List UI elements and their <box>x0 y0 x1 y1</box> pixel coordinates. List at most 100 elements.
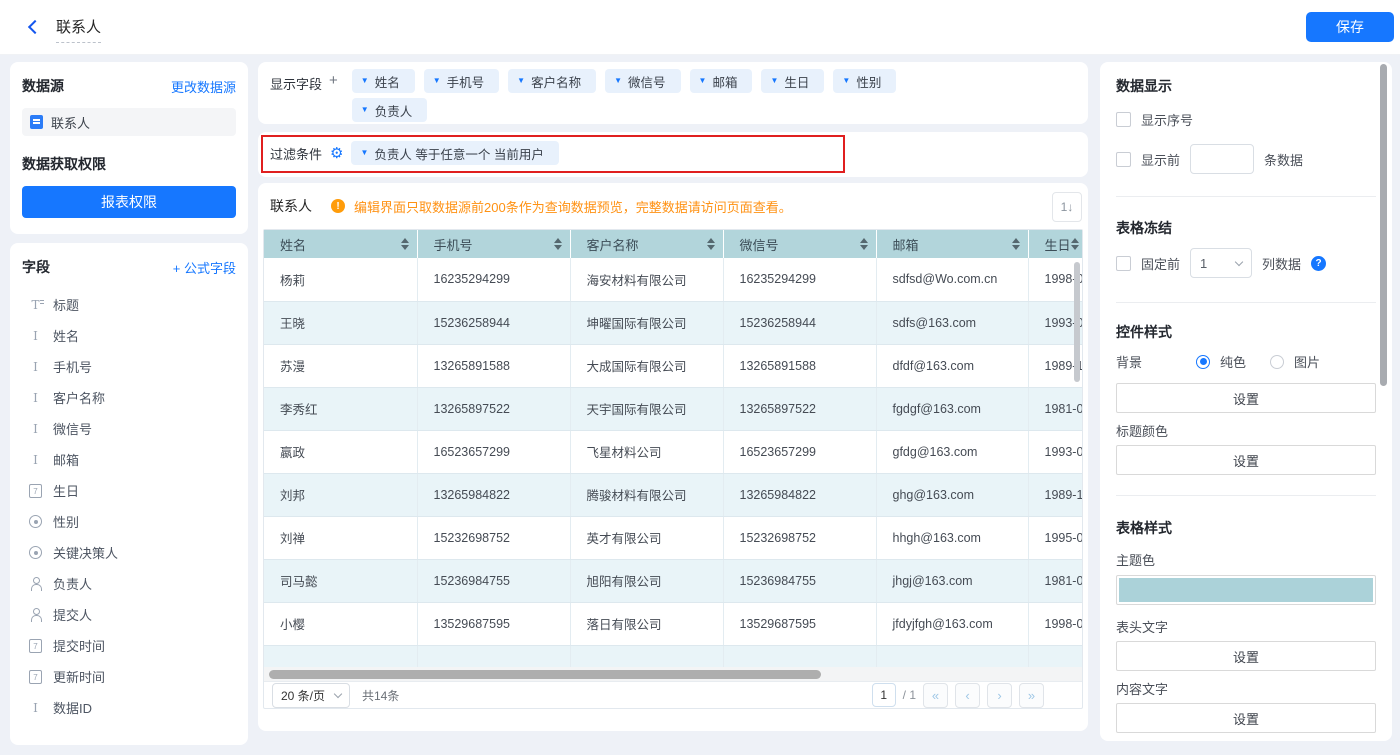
field-label: 性别 <box>53 512 79 531</box>
table-row[interactable]: 刘禅 15232698752 英才有限公司 15232698752 hhgh@1… <box>264 516 1082 559</box>
current-page-input[interactable]: 1 <box>872 683 896 707</box>
add-formula-field-link[interactable]: + 公式字段 <box>173 258 236 277</box>
show-first-count-input[interactable] <box>1190 144 1254 174</box>
field-item[interactable]: 手机号 <box>22 351 236 382</box>
panel-scrollbar[interactable] <box>1380 64 1387 386</box>
display-field-chip[interactable]: ▼ 性别 <box>833 69 896 93</box>
column-header[interactable]: 微信号 <box>723 230 876 258</box>
filter-chip-label: 负责人 等于任意一个 当前用户 <box>374 144 543 163</box>
field-item[interactable]: 负责人 <box>22 568 236 599</box>
field-list: 标题 姓名 手机号 客户名称 微信号 邮 <box>22 289 236 723</box>
field-item[interactable]: 邮箱 <box>22 444 236 475</box>
field-item[interactable]: 姓名 <box>22 320 236 351</box>
solid-color-radio[interactable] <box>1196 355 1210 369</box>
display-field-chip[interactable]: ▼ 姓名 <box>352 69 415 93</box>
filter-condition-chip[interactable]: ▼ 负责人 等于任意一个 当前用户 <box>351 141 558 165</box>
sort-arrows-icon[interactable] <box>401 238 409 250</box>
help-icon[interactable]: ? <box>1311 256 1326 271</box>
table-row[interactable]: 王晓 15236258944 坤曜国际有限公司 15236258944 sdfs… <box>264 301 1082 344</box>
show-index-label: 显示序号 <box>1141 110 1193 129</box>
display-field-chip[interactable]: ▼ 客户名称 <box>508 69 596 93</box>
field-item[interactable]: 生日 <box>22 475 236 506</box>
table-row[interactable]: 嬴政 16523657299 飞星材料公司 16523657299 gfdg@1… <box>264 430 1082 473</box>
background-set-button[interactable]: 设置 <box>1116 383 1376 413</box>
column-label: 生日 <box>1045 235 1071 254</box>
sort-arrows-icon[interactable] <box>1012 238 1020 250</box>
settings-panel: 数据显示 显示序号 显示前 条数据 表格冻结 固定前 1 列数据 ? 控件样式 … <box>1100 62 1392 741</box>
gear-icon[interactable]: ⚙ <box>330 146 343 161</box>
datasource-item[interactable]: 联系人 <box>22 108 236 136</box>
table-row[interactable]: 小樱 13529687595 落日有限公司 13529687595 jfdyjf… <box>264 602 1082 645</box>
field-item[interactable]: 性别 <box>22 506 236 537</box>
field-item[interactable]: 客户名称 <box>22 382 236 413</box>
permission-heading: 数据获取权限 <box>22 154 106 174</box>
column-header[interactable]: 姓名 <box>264 230 417 258</box>
cell-birthday: 1993-08 <box>1028 430 1082 473</box>
theme-color-swatch[interactable] <box>1116 575 1376 605</box>
display-field-chip[interactable]: ▼ 负责人 <box>352 98 427 122</box>
table-row[interactable]: 苏漫 13265891588 大成国际有限公司 13265891588 dfdf… <box>264 344 1082 387</box>
prev-page-button[interactable]: ‹ <box>955 683 980 708</box>
freeze-count-select[interactable]: 1 <box>1190 248 1252 278</box>
field-item[interactable]: 提交人 <box>22 599 236 630</box>
cell-name: 刘禅 <box>264 516 417 559</box>
field-item[interactable]: 微信号 <box>22 413 236 444</box>
horizontal-scrollbar-track[interactable] <box>264 667 1082 681</box>
cols-suffix-label: 列数据 <box>1262 254 1301 273</box>
cell-company: 坤曜国际有限公司 <box>570 301 723 344</box>
page-size-select[interactable]: 20 条/页 <box>272 683 350 708</box>
title-color-set-button[interactable]: 设置 <box>1116 445 1376 475</box>
save-button[interactable]: 保存 <box>1306 12 1394 42</box>
report-permission-button[interactable]: 报表权限 <box>22 186 236 218</box>
display-field-chip[interactable]: ▼ 邮箱 <box>690 69 753 93</box>
column-header[interactable]: 手机号 <box>417 230 570 258</box>
last-page-button[interactable]: » <box>1019 683 1044 708</box>
field-label: 提交时间 <box>53 636 105 655</box>
show-index-checkbox[interactable] <box>1116 112 1131 127</box>
column-header[interactable]: 生日 <box>1028 230 1082 258</box>
field-item[interactable]: 提交时间 <box>22 630 236 661</box>
field-item[interactable]: 关键决策人 <box>22 537 236 568</box>
column-header[interactable]: 邮箱 <box>876 230 1028 258</box>
show-first-checkbox[interactable] <box>1116 152 1131 167</box>
table-row[interactable] <box>264 645 1082 667</box>
horizontal-scrollbar-thumb[interactable] <box>269 670 821 679</box>
content-text-set-button[interactable]: 设置 <box>1116 703 1376 733</box>
field-item[interactable]: 数据ID <box>22 692 236 723</box>
field-item[interactable]: 标题 <box>22 289 236 320</box>
sort-arrows-icon[interactable] <box>707 238 715 250</box>
table-row[interactable]: 司马懿 15236984755 旭阳有限公司 15236984755 jhgj@… <box>264 559 1082 602</box>
cell-company: 英才有限公司 <box>570 516 723 559</box>
display-field-chip[interactable]: ▼ 生日 <box>761 69 824 93</box>
table-row[interactable]: 杨莉 16235294299 海安材料有限公司 16235294299 sdfs… <box>264 258 1082 301</box>
display-field-chip[interactable]: ▼ 手机号 <box>424 69 499 93</box>
chevron-down-icon <box>1235 257 1243 265</box>
next-page-button[interactable]: › <box>987 683 1012 708</box>
header-text-set-button[interactable]: 设置 <box>1116 641 1376 671</box>
cell-wechat: 16523657299 <box>723 430 876 473</box>
cell-phone: 16523657299 <box>417 430 570 473</box>
column-label: 邮箱 <box>893 235 919 254</box>
table-style-heading: 表格样式 <box>1116 518 1376 538</box>
cell-name: 小樱 <box>264 602 417 645</box>
back-button[interactable] <box>30 21 44 35</box>
display-field-chip[interactable]: ▼ 微信号 <box>605 69 680 93</box>
cell-email: gfdg@163.com <box>876 430 1028 473</box>
sort-arrows-icon[interactable] <box>554 238 562 250</box>
sort-order-button[interactable]: 1↓ <box>1052 192 1082 222</box>
chip-label: 微信号 <box>628 72 666 91</box>
field-item[interactable]: 更新时间 <box>22 661 236 692</box>
data-display-heading: 数据显示 <box>1116 76 1376 96</box>
change-datasource-link[interactable]: 更改数据源 <box>171 77 236 96</box>
add-display-field-button[interactable]: + <box>329 73 338 88</box>
image-radio[interactable] <box>1270 355 1284 369</box>
column-header[interactable]: 客户名称 <box>570 230 723 258</box>
sort-arrows-icon[interactable] <box>860 238 868 250</box>
freeze-checkbox[interactable] <box>1116 256 1131 271</box>
table-row[interactable]: 李秀红 13265897522 天宇国际有限公司 13265897522 fgd… <box>264 387 1082 430</box>
vertical-scrollbar[interactable] <box>1074 262 1080 382</box>
first-page-button[interactable]: « <box>923 683 948 708</box>
sort-arrows-icon[interactable] <box>1071 238 1079 250</box>
table-row[interactable]: 刘邦 13265984822 腾骏材料有限公司 13265984822 ghg@… <box>264 473 1082 516</box>
show-first-label: 显示前 <box>1141 150 1180 169</box>
